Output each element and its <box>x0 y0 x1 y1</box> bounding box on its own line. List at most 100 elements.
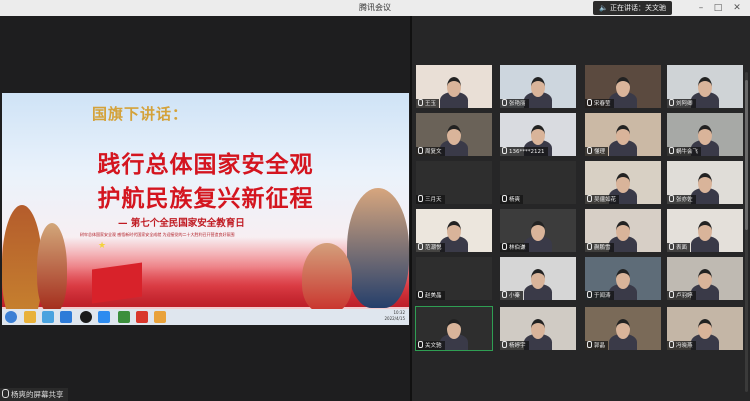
participant-name: 刘阿卿 <box>676 101 693 107</box>
mic-icon <box>587 291 592 298</box>
participant-name-label: 刘阿卿 <box>667 99 696 108</box>
firefighter-graphic <box>2 205 42 325</box>
participant-tile[interactable]: 蒯鹏雪 <box>585 209 661 252</box>
participant-tile[interactable]: 郭晶 <box>585 307 661 350</box>
participant-name-label: 林伯谦 <box>500 243 529 252</box>
flag-graphic <box>92 262 142 304</box>
participant-tile[interactable]: 小秦 <box>500 257 576 300</box>
participant-name: 于闻涛 <box>594 293 611 299</box>
start-icon <box>5 311 17 323</box>
participant-face <box>616 77 630 97</box>
mic-icon <box>669 341 674 348</box>
participant-name: 三月天 <box>425 197 442 203</box>
participant-tile[interactable]: 三月天 <box>416 161 492 204</box>
participant-face <box>531 77 545 97</box>
participant-name: 赵美晶 <box>425 293 442 299</box>
participant-face <box>698 269 712 289</box>
participant-name-label: 范潮悦 <box>416 243 445 252</box>
participant-name-label: 张艳丽 <box>500 99 529 108</box>
participant-tile[interactable]: 张亦佐 <box>667 161 743 204</box>
participant-tile[interactable]: 冯晓燕 <box>667 307 743 350</box>
participant-name-label: 张亦佐 <box>667 195 696 204</box>
gallery-scroll-thumb[interactable] <box>745 80 748 230</box>
children-graphic <box>302 243 352 313</box>
participant-face <box>616 269 630 289</box>
participant-name: 关文驰 <box>425 343 442 349</box>
mic-icon <box>587 195 592 202</box>
participant-name-label: 136****2121 <box>500 147 548 156</box>
mic-icon <box>418 341 423 348</box>
star-icon: ★ <box>98 241 107 251</box>
participant-name: 范潮悦 <box>425 245 442 251</box>
participant-tile[interactable]: 卢羽婷 <box>667 257 743 300</box>
mic-icon <box>418 147 423 154</box>
mic-icon <box>418 195 423 202</box>
maximize-button[interactable]: □ <box>712 2 724 14</box>
participant-face <box>447 221 461 241</box>
participant-tile[interactable]: 懂理 <box>585 113 661 156</box>
participant-name-label: 蜗牛会飞 <box>667 147 702 156</box>
participant-face <box>447 319 461 339</box>
participant-tile[interactable]: 范潮悦 <box>416 209 492 252</box>
participant-tile[interactable]: 王玉 <box>416 65 492 108</box>
participant-tile[interactable]: 136****2121 <box>500 113 576 156</box>
participant-name-label: 冯晓燕 <box>667 341 696 350</box>
participant-tile[interactable]: 关文驰 <box>415 306 493 351</box>
participant-name: 蒯鹏雪 <box>594 245 611 251</box>
participant-tile[interactable]: 林伯谦 <box>500 209 576 252</box>
participant-tile[interactable]: 蜗牛会飞 <box>667 113 743 156</box>
participant-face <box>616 319 630 339</box>
soldier-graphic <box>37 223 67 313</box>
participant-name-label: 小秦 <box>500 291 524 300</box>
mic-icon <box>418 291 423 298</box>
participant-name-label: 卢羽婷 <box>667 291 696 300</box>
shared-slide: ★ 国旗下讲话： 践行总体国家安全观 护航民族复兴新征程 — 第七个全民国家安全… <box>2 93 409 325</box>
participant-face <box>698 221 712 241</box>
mic-icon <box>502 147 507 154</box>
participant-face <box>531 125 545 145</box>
participant-tile[interactable]: 表面 <box>667 209 743 252</box>
mic-icon <box>587 341 592 348</box>
participant-name: 周复文 <box>425 149 442 155</box>
mic-icon <box>669 195 674 202</box>
mic-icon <box>669 147 674 154</box>
sharer-name: 杨爽的屏幕共享 <box>11 390 64 399</box>
participant-tile[interactable]: 周复文 <box>416 113 492 156</box>
participant-name-label: 杨婷宇 <box>500 341 529 350</box>
participant-face <box>616 173 630 193</box>
participant-name-label: 周复文 <box>416 147 445 156</box>
mic-icon <box>587 147 592 154</box>
participant-face <box>698 77 712 97</box>
participant-tile[interactable]: 张艳丽 <box>500 65 576 108</box>
speaking-text: 正在讲话：关文驰 <box>609 4 666 12</box>
participant-name: 小秦 <box>509 293 521 299</box>
participant-face <box>698 173 712 193</box>
app-icon <box>154 311 166 323</box>
app-icon <box>42 311 54 323</box>
participant-tile[interactable]: 刘阿卿 <box>667 65 743 108</box>
participant-name: 表面 <box>676 245 688 251</box>
participant-name-label: 三月天 <box>416 195 445 204</box>
participant-face <box>531 221 545 241</box>
close-button[interactable]: ✕ <box>731 2 743 14</box>
mic-icon <box>502 291 507 298</box>
participant-tile[interactable]: 赵美晶 <box>416 257 492 300</box>
participant-tile[interactable]: 于闻涛 <box>585 257 661 300</box>
mic-icon <box>418 243 423 250</box>
participant-tile[interactable]: 杨爽 <box>500 161 576 204</box>
minimize-button[interactable]: – <box>695 2 707 14</box>
folder-icon <box>24 311 36 323</box>
participant-name: 王玉 <box>425 101 437 107</box>
participant-tile[interactable]: 杨婷宇 <box>500 307 576 350</box>
app-icon <box>136 311 148 323</box>
qq-icon <box>80 311 92 323</box>
app-icon <box>118 311 130 323</box>
participant-face <box>616 125 630 145</box>
participant-tile[interactable]: 吴疆如花 <box>585 161 661 204</box>
participant-face <box>616 221 630 241</box>
participant-face <box>531 269 545 289</box>
participant-name: 懂理 <box>594 149 606 155</box>
participant-tile[interactable]: 宋春莹 <box>585 65 661 108</box>
mic-icon <box>502 341 507 348</box>
participant-name-label: 表面 <box>667 243 691 252</box>
